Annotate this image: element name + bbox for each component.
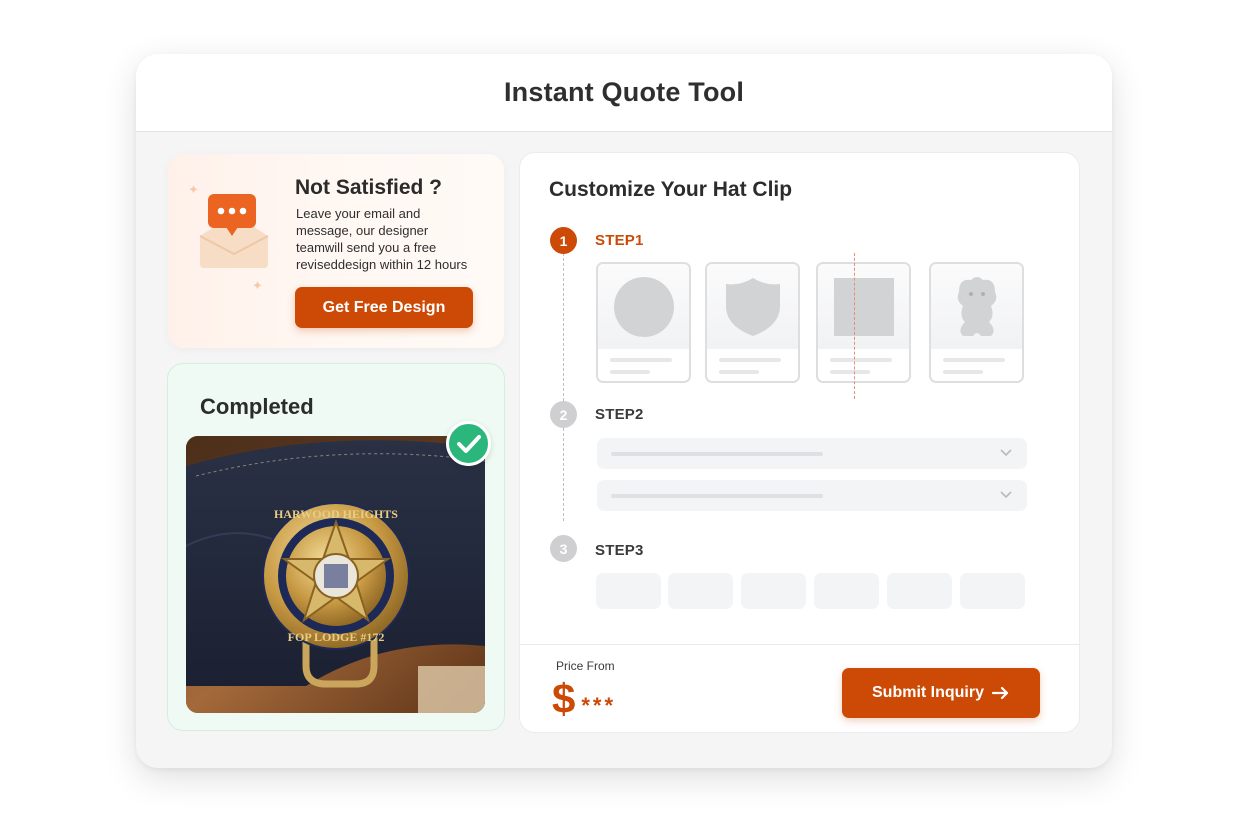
option-select-1[interactable] [597, 438, 1027, 469]
price-currency: $ [552, 675, 576, 722]
submit-inquiry-label: Submit Inquiry [872, 684, 984, 701]
product-photo: HARWOOD HEIGHTS FOP LODGE #172 [186, 436, 485, 713]
svg-text:HARWOOD HEIGHTS: HARWOOD HEIGHTS [274, 507, 398, 521]
shape-option-shield[interactable] [705, 262, 800, 383]
step-2-label: STEP2 [595, 406, 644, 423]
customize-panel: Customize Your Hat Clip 1 STEP1 2 STEP2 [519, 152, 1080, 733]
promo-description: Leave your email and message, our design… [296, 205, 486, 273]
check-icon [446, 421, 491, 466]
step-2-number: 2 [550, 401, 577, 428]
shield-shape-icon [725, 277, 780, 336]
quantity-option[interactable] [668, 573, 733, 609]
promo-line: teamwill send you a free [296, 240, 437, 255]
custom-shape-icon [957, 276, 996, 336]
promo-line: Leave your email and [296, 206, 421, 221]
arrow-right-icon [992, 686, 1009, 700]
quantity-option[interactable] [596, 573, 661, 609]
quote-tool-window: Instant Quote Tool ✦ ✦ Not Satisfied ? L… [136, 54, 1112, 768]
chevron-down-icon [1000, 491, 1012, 499]
guide-line [854, 253, 855, 399]
panel-divider [520, 644, 1079, 645]
quantity-option[interactable] [741, 573, 806, 609]
price-label: Price From [556, 659, 615, 673]
get-free-design-button[interactable]: Get Free Design [295, 287, 473, 328]
quantity-option[interactable] [814, 573, 879, 609]
sparkle-icon: ✦ [252, 278, 263, 293]
step-timeline [563, 253, 564, 521]
price-value: $ *** [552, 675, 616, 723]
customize-title: Customize Your Hat Clip [549, 178, 793, 201]
window-header: Instant Quote Tool [136, 54, 1112, 132]
step-1-number: 1 [550, 227, 577, 254]
shape-option-square[interactable] [816, 262, 911, 383]
chevron-down-icon [1000, 449, 1012, 457]
svg-text:FOP LODGE #172: FOP LODGE #172 [288, 630, 385, 644]
promo-line: message, our designer [296, 223, 429, 238]
promo-line: reviseddesign within 12 hours [296, 257, 468, 272]
shape-option-custom[interactable] [929, 262, 1024, 383]
step-3-label: STEP3 [595, 542, 644, 559]
completed-card: Completed HARWOOD HEIGHTS FOP LODGE #172 [167, 363, 505, 731]
quantity-option[interactable] [960, 573, 1025, 609]
step-3-number: 3 [550, 535, 577, 562]
square-shape-icon [833, 277, 894, 336]
promo-title: Not Satisfied ? [295, 176, 443, 199]
option-select-2[interactable] [597, 480, 1027, 511]
free-design-promo-card: ✦ ✦ Not Satisfied ? Leave your email and… [168, 154, 504, 348]
circle-shape-icon [613, 276, 674, 337]
step-1-label: STEP1 [595, 232, 644, 249]
submit-inquiry-button[interactable]: Submit Inquiry [842, 668, 1040, 718]
completed-title: Completed [200, 394, 314, 419]
shape-option-circle[interactable] [596, 262, 691, 383]
quantity-option[interactable] [887, 573, 952, 609]
price-masked-value: *** [581, 693, 617, 718]
mail-message-icon [199, 194, 269, 268]
page-title: Instant Quote Tool [503, 77, 745, 107]
